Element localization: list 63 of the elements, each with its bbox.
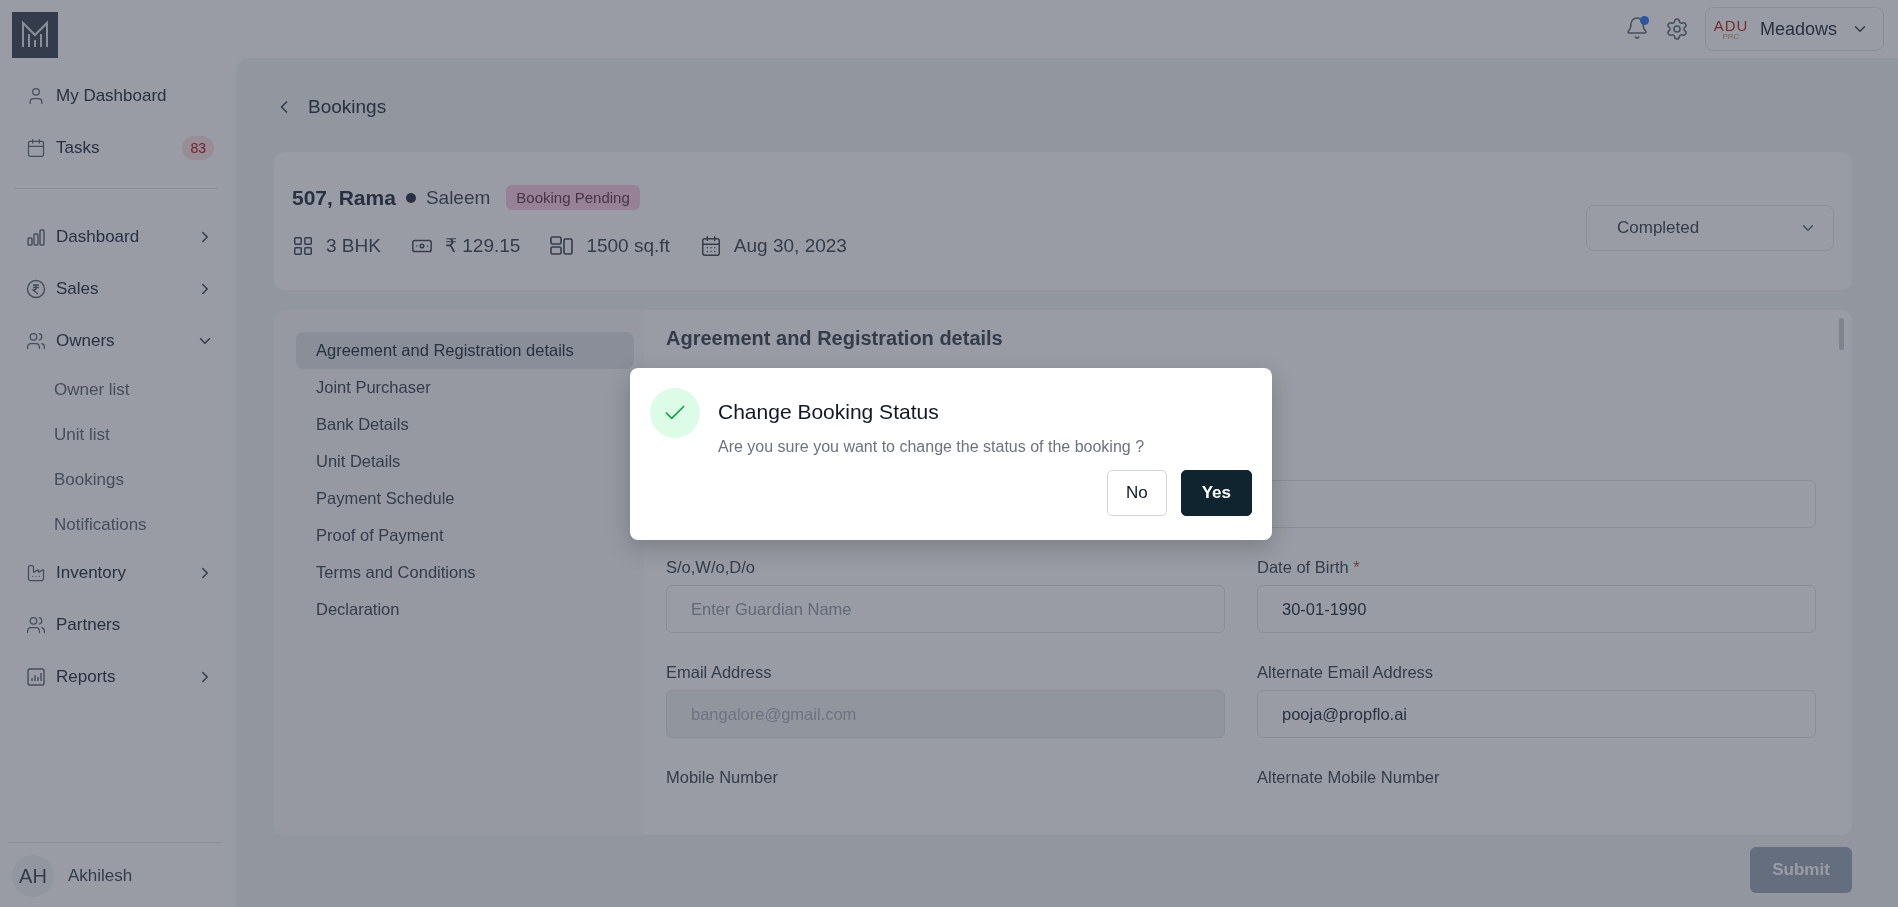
booking-fact: ₹ 129.15 bbox=[444, 234, 521, 257]
scrollbar-thumb[interactable] bbox=[1839, 318, 1844, 350]
bar-chart-icon bbox=[26, 227, 46, 247]
dialog-title: Change Booking Status bbox=[718, 400, 940, 424]
app-logo[interactable] bbox=[12, 12, 58, 58]
sidebar-item[interactable]: Partners bbox=[14, 599, 222, 651]
section-tab[interactable]: Agreement and Registration details bbox=[296, 332, 634, 369]
sidebar-subitem[interactable]: Notifications bbox=[14, 502, 222, 547]
section-tab[interactable]: Terms and Conditions bbox=[296, 554, 634, 591]
rupee-icon bbox=[26, 279, 46, 299]
field-label: Mobile Number bbox=[666, 768, 779, 787]
success-check-icon bbox=[650, 388, 700, 438]
status-badge: Booking Pending bbox=[506, 185, 640, 210]
booking-fact: 1500 sq.ft bbox=[586, 234, 670, 257]
users-icon bbox=[26, 615, 46, 635]
users-icon bbox=[26, 331, 46, 351]
input-field[interactable]: 30-01-1990 bbox=[1257, 585, 1816, 633]
section-tab[interactable]: Joint Purchaser bbox=[296, 369, 634, 406]
sidebar-item[interactable]: Reports bbox=[14, 651, 222, 703]
sidebar-subitem[interactable]: Unit list bbox=[14, 412, 222, 457]
booking-fact: 3 BHK bbox=[326, 234, 381, 257]
sidebar-item[interactable]: My Dashboard bbox=[14, 70, 222, 122]
confirm-button[interactable]: Yes bbox=[1180, 470, 1252, 516]
field-label: Date of Birth * bbox=[1257, 558, 1361, 577]
sidebar-subitem[interactable]: Owner list bbox=[14, 367, 222, 412]
organization-logo: ADU PRC bbox=[1715, 17, 1746, 41]
settings-icon[interactable] bbox=[1664, 17, 1689, 41]
field-label: Email Address bbox=[666, 663, 773, 682]
section-tab[interactable]: Declaration bbox=[296, 591, 634, 628]
user-name: Akhilesh bbox=[68, 866, 133, 886]
section-tab[interactable]: Proof of Payment bbox=[296, 517, 634, 554]
calendar-icon bbox=[699, 234, 722, 257]
sidebar-item[interactable]: Sales bbox=[14, 263, 222, 315]
grid-icon bbox=[292, 234, 314, 257]
booking-title: 507, Rama bbox=[292, 185, 396, 210]
user-avatar[interactable]: AH bbox=[12, 855, 54, 897]
owner-name: Saleem bbox=[425, 186, 491, 209]
sidebar-item[interactable]: Owners bbox=[14, 315, 222, 367]
cancel-button[interactable]: No bbox=[1106, 470, 1167, 516]
input-field[interactable]: pooja@propflo.ai bbox=[1257, 690, 1816, 738]
input-field[interactable]: Enter Guardian Name bbox=[666, 585, 1225, 633]
status-select[interactable]: Completed bbox=[1586, 205, 1834, 251]
section-tab[interactable]: Unit Details bbox=[296, 443, 634, 480]
form-title: Agreement and Registration details bbox=[666, 325, 1004, 351]
sidebar-item[interactable]: Inventory bbox=[14, 547, 222, 599]
dialog-message: Are you sure you want to change the status of the booking ? bbox=[718, 438, 1146, 456]
section-tab[interactable]: Bank Details bbox=[296, 406, 634, 443]
area-icon bbox=[550, 234, 575, 257]
breadcrumb-link[interactable]: Bookings bbox=[308, 96, 387, 118]
booking-fact: Aug 30, 2023 bbox=[733, 234, 847, 257]
notification-bell-icon[interactable] bbox=[1624, 16, 1649, 40]
report-icon bbox=[26, 667, 46, 687]
sidebar-subitem[interactable]: Bookings bbox=[14, 457, 222, 502]
section-tab[interactable]: Payment Schedule bbox=[296, 480, 634, 517]
calendar-icon bbox=[26, 138, 46, 158]
separator-dot bbox=[405, 192, 416, 203]
factory-icon bbox=[26, 563, 46, 583]
field-label: S/o,W/o,D/o bbox=[666, 558, 756, 577]
sidebar-item[interactable]: Tasks 83 bbox=[14, 122, 222, 174]
field-label: Alternate Mobile Number bbox=[1257, 768, 1441, 787]
sidebar-item[interactable]: Dashboard bbox=[14, 211, 222, 263]
count-badge: 83 bbox=[182, 136, 214, 160]
field-label: Alternate Email Address bbox=[1257, 663, 1435, 682]
